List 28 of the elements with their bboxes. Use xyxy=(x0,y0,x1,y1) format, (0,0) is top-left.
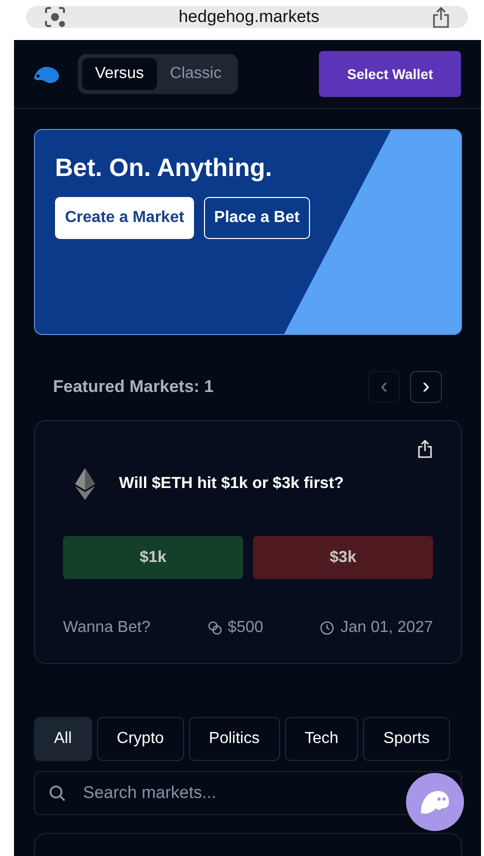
category-tab[interactable]: All xyxy=(34,717,92,761)
mode-tab[interactable]: Classic xyxy=(156,58,234,90)
category-tab[interactable]: Sports xyxy=(363,717,450,761)
next-button[interactable]: › xyxy=(410,371,442,403)
url-text[interactable]: hedgehog.markets xyxy=(178,7,320,27)
place-bet-button[interactable]: Place a Bet xyxy=(204,197,310,239)
bet-option-button[interactable]: $1k xyxy=(63,536,243,579)
market-card[interactable]: Will $ETH hit $1k or $3k first? $1k $3k Wanna Bet? $500 Jan 01, 2027 xyxy=(34,420,462,664)
end-date: Jan 01, 2027 xyxy=(340,619,433,637)
stake-amount: $500 xyxy=(228,619,264,637)
bet-tag: Wanna Bet? xyxy=(63,619,150,637)
ethereum-icon xyxy=(75,468,95,500)
section-title: Featured Markets: 1 xyxy=(53,377,214,397)
address-bar[interactable]: hedgehog.markets xyxy=(26,6,468,28)
bet-option-button[interactable]: $3k xyxy=(253,536,433,579)
select-wallet-button[interactable]: Select Wallet xyxy=(319,51,461,97)
hero-title: Bet. On. Anything. xyxy=(55,154,274,183)
camera-search-icon[interactable] xyxy=(44,6,66,28)
category-tab[interactable]: Tech xyxy=(284,717,358,761)
hedgehog-logo-icon[interactable] xyxy=(32,64,60,84)
create-market-button[interactable]: Create a Market xyxy=(55,197,194,239)
share-icon[interactable] xyxy=(432,6,450,28)
clock-icon xyxy=(320,621,334,635)
category-tab[interactable]: Crypto xyxy=(96,717,184,761)
mode-tab[interactable]: Versus xyxy=(82,58,157,90)
category-tab[interactable]: Politics xyxy=(188,717,280,761)
coins-icon xyxy=(208,621,222,635)
market-question: Will $ETH hit $1k or $3k first? xyxy=(119,475,344,493)
